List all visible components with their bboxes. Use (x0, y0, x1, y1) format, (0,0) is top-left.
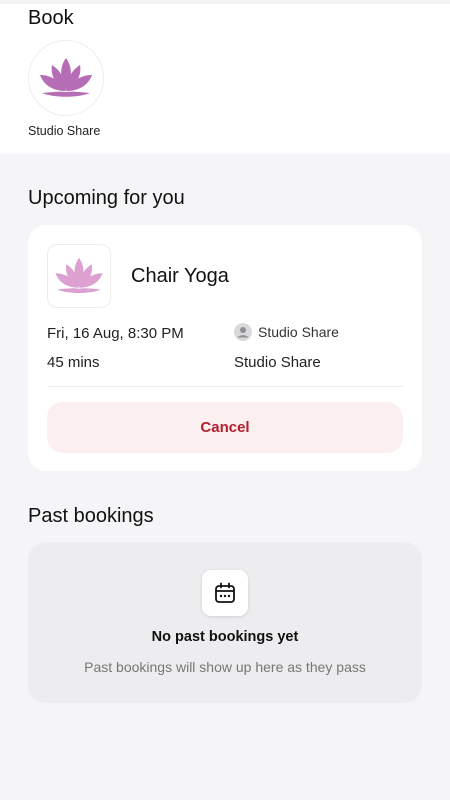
booking-location: Studio Share (234, 354, 321, 371)
empty-state-subtitle: Past bookings will show up here as they … (84, 659, 366, 675)
divider (47, 386, 403, 387)
upcoming-title: Upcoming for you (28, 187, 185, 209)
lotus-icon (55, 257, 103, 293)
calendar-icon (215, 582, 235, 603)
class-name: Chair Yoga (131, 265, 229, 287)
studio-logo (28, 40, 104, 116)
book-title: Book (28, 7, 74, 29)
past-bookings-title: Past bookings (28, 505, 154, 527)
booking-card[interactable]: Chair Yoga Fri, 16 Aug, 8:30 PM 45 mins … (28, 225, 422, 471)
booking-date-time: Fri, 16 Aug, 8:30 PM (47, 325, 184, 342)
studio-tile[interactable]: Studio Share (28, 40, 108, 138)
calendar-icon-box (202, 570, 248, 616)
host-row: Studio Share (234, 323, 339, 341)
empty-state-title: No past bookings yet (151, 629, 299, 645)
booking-duration: 45 mins (47, 354, 100, 371)
past-bookings-empty-state: No past bookings yet Past bookings will … (28, 542, 422, 703)
user-icon (234, 323, 252, 341)
studio-name: Studio Share (28, 124, 101, 138)
top-strip (0, 0, 450, 4)
cancel-button[interactable]: Cancel (47, 402, 403, 453)
class-logo (47, 244, 111, 308)
host-name: Studio Share (258, 324, 339, 340)
lotus-icon (40, 58, 92, 97)
